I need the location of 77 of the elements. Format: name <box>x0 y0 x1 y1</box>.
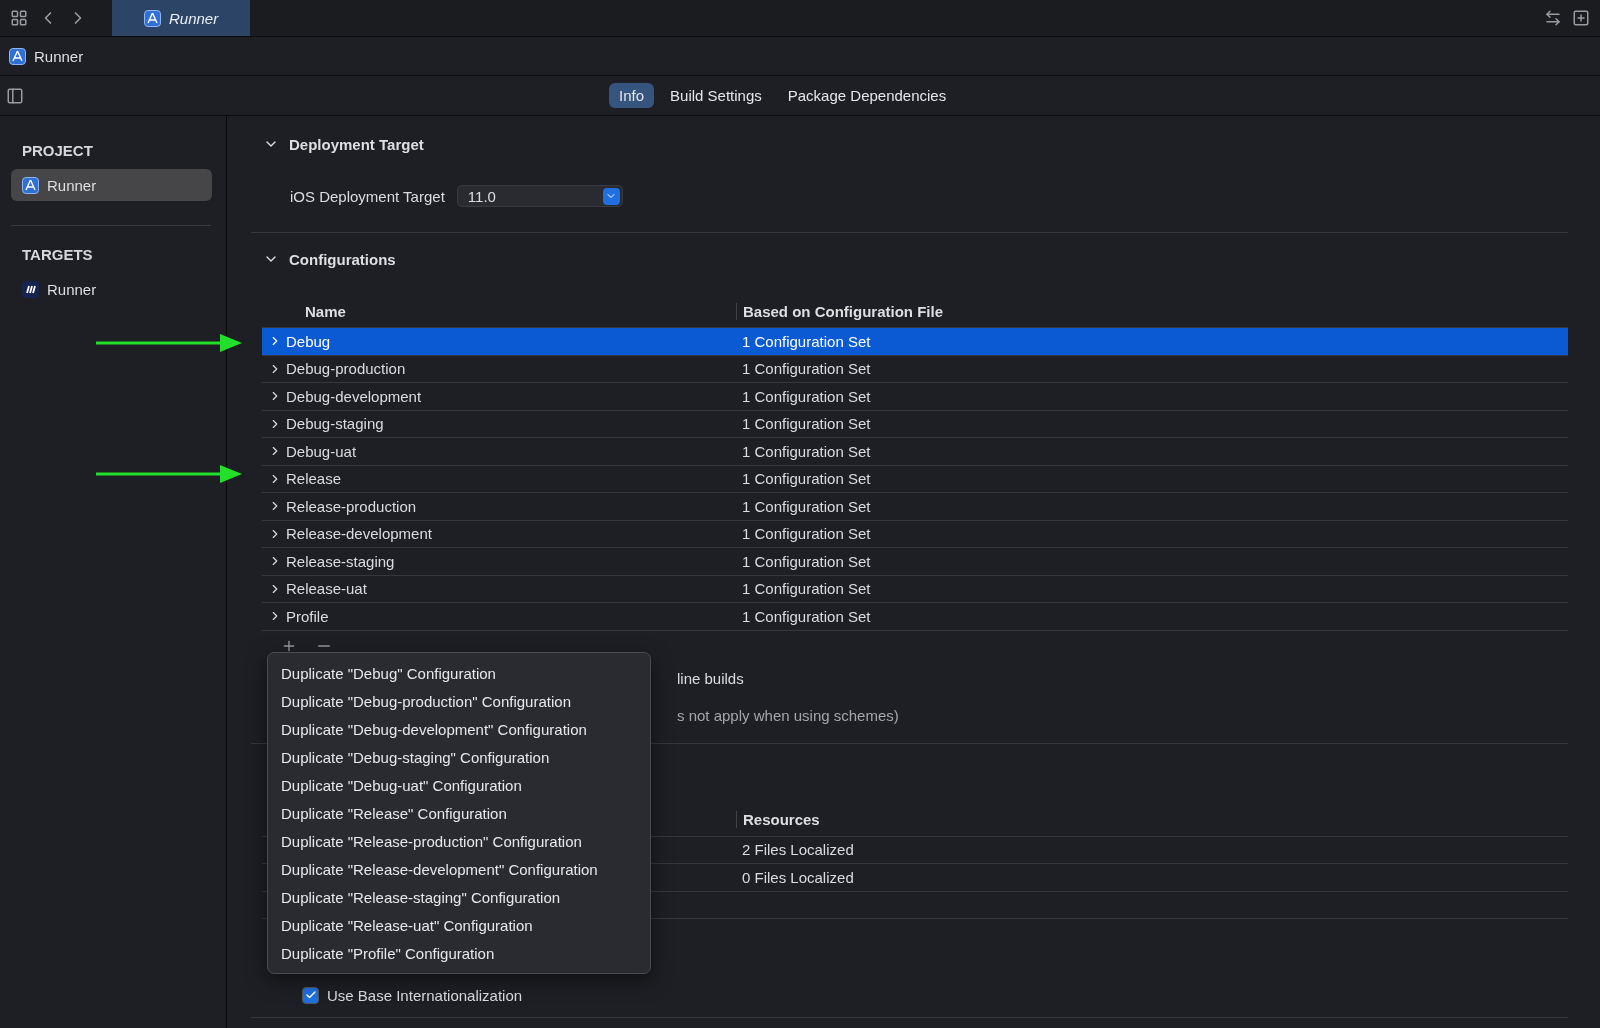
table-cell-text: 1 Configuration Set <box>741 497 872 515</box>
table-cell: Release-development <box>286 525 432 543</box>
tab-title: Runner <box>169 9 219 27</box>
column-header: Name <box>304 302 347 320</box>
sidebar-item[interactable]: Runner <box>11 169 212 201</box>
version-dropdown[interactable]: 11.0 <box>456 185 623 207</box>
table-row[interactable]: Release 1 Configuration Set <box>262 465 1568 493</box>
table-row[interactable]: Release-development 1 Configuration Set <box>262 520 1568 548</box>
section-title: Configurations <box>289 250 396 268</box>
table-row[interactable]: Release-uat 1 Configuration Set <box>262 575 1568 603</box>
menu-item[interactable]: Duplicate "Debug" Configuration <box>268 659 650 687</box>
checkbox-label: Use Base Internationalization <box>327 986 523 1004</box>
menu-item[interactable]: Duplicate "Debug-production" Configuration <box>268 687 650 715</box>
app-icon <box>9 47 26 65</box>
column-header: Based on Configuration File <box>736 302 1568 320</box>
table-row[interactable]: Release-staging 1 Configuration Set <box>262 548 1568 576</box>
section-heading: TARGETS <box>21 245 94 265</box>
field-label: iOS Deployment Target <box>290 187 445 205</box>
tab[interactable]: Build Settings <box>660 83 772 108</box>
table-row[interactable]: Debug-uat 1 Configuration Set <box>262 438 1568 466</box>
table-cell: Release-staging <box>286 552 395 570</box>
column-header: Resources <box>736 811 1568 828</box>
sidebar-item[interactable]: Runner <box>11 273 212 305</box>
table-row[interactable]: Debug-development 1 Configuration Set <box>262 383 1568 411</box>
checkbox[interactable] <box>302 986 319 1004</box>
breadcrumb-item[interactable]: Runner <box>34 47 84 65</box>
grid-icon[interactable] <box>10 9 28 27</box>
table-row[interactable]: Debug 1 Configuration Set <box>262 328 1568 356</box>
menu-item[interactable]: Duplicate "Release" Configuration <box>268 799 650 827</box>
menu-item[interactable]: Duplicate "Debug-staging" Configuration <box>268 743 650 771</box>
add-editor-icon[interactable] <box>1572 9 1590 27</box>
table-cell-text: 1 Configuration Set <box>741 360 872 378</box>
menu-item[interactable]: Duplicate "Release-uat" Configuration <box>268 911 650 939</box>
table-cell: Release <box>286 470 342 488</box>
menu-item[interactable]: Duplicate "Release-staging" Configuration <box>268 883 650 911</box>
app-icon <box>144 9 161 27</box>
table-cell: Debug <box>286 332 331 350</box>
table-row[interactable]: Debug-staging 1 Configuration Set <box>262 410 1568 438</box>
chevron-icon <box>602 187 620 205</box>
table-row[interactable]: Debug-production 1 Configuration Set <box>262 355 1568 383</box>
menu-item[interactable]: Duplicate "Debug-uat" Configuration <box>268 771 650 799</box>
menu-item[interactable]: Duplicate "Release-development" Configuration <box>268 855 650 883</box>
table-cell-text: 1 Configuration Set <box>741 415 872 433</box>
table-cell: Release-uat <box>286 580 367 598</box>
app-icon <box>22 176 39 194</box>
setting-label: line builds <box>677 669 744 689</box>
table-cell-text: 1 Configuration Set <box>741 525 872 543</box>
table-cell: Profile <box>286 607 329 625</box>
table-cell: Release-production <box>286 497 417 515</box>
tab[interactable]: Package Dependencies <box>777 83 957 108</box>
editor-tab[interactable]: Runner <box>112 0 250 36</box>
table-cell: Debug-production <box>286 360 406 378</box>
table-cell: Debug-uat <box>286 442 357 460</box>
table-cell-text: 1 Configuration Set <box>741 580 872 598</box>
checkmark-icon <box>304 989 317 1001</box>
table-cell-text: 0 Files Localized <box>741 868 855 886</box>
menu-item[interactable]: Duplicate "Profile" Configuration <box>268 939 650 967</box>
table-cell-text: 1 Configuration Set <box>741 552 872 570</box>
table-row[interactable]: Profile 1 Configuration Set <box>262 603 1568 631</box>
table-cell-text: 1 Configuration Set <box>741 332 872 350</box>
section-title: Deployment Target <box>289 135 424 153</box>
app-icon <box>22 280 39 298</box>
swap-arrows-icon[interactable] <box>1544 9 1562 27</box>
table-cell: Debug-development <box>286 387 422 405</box>
table-cell-text: 1 Configuration Set <box>741 442 872 460</box>
table-cell-text: 1 Configuration Set <box>741 387 872 405</box>
tab[interactable]: Info <box>609 83 655 108</box>
table-cell-text: 1 Configuration Set <box>741 607 872 625</box>
menu-item[interactable]: Duplicate "Release-production" Configuration <box>268 827 650 855</box>
table-cell-text: 1 Configuration Set <box>741 470 872 488</box>
menu-item[interactable]: Duplicate "Debug-development" Configuration <box>268 715 650 743</box>
table-row[interactable]: Release-production 1 Configuration Set <box>262 493 1568 521</box>
section-heading: PROJECT <box>21 141 94 161</box>
table-cell: Debug-staging <box>286 415 384 433</box>
sidebar-toggle-icon[interactable] <box>6 86 24 105</box>
hint-text: s not apply when using schemes) <box>677 706 899 726</box>
table-cell-text: 2 Files Localized <box>741 841 855 859</box>
